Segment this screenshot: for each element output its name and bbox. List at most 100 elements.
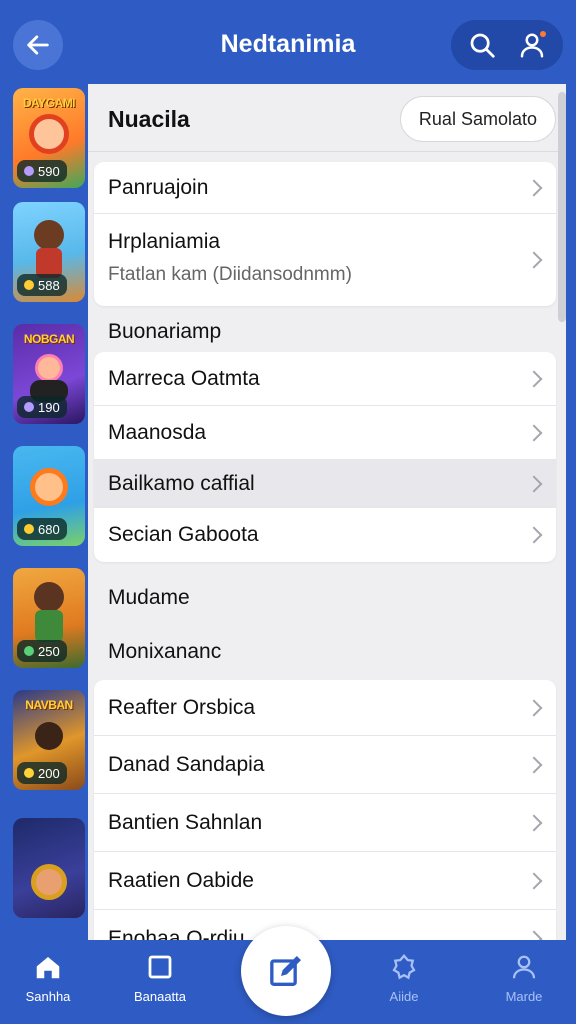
list-item-label: Enohaa O-rdiu [108,927,245,940]
game-value: 190 [38,399,60,415]
nav-label: Sanhha [25,989,71,1004]
header-actions [451,20,563,70]
character-icon [34,220,64,250]
nav-item-home[interactable]: Sanhha [0,952,96,1004]
chevron-right-icon [525,424,543,441]
list-item[interactable]: Bailkamo caffial [94,460,556,508]
coin-icon [24,646,34,656]
game-badge: 588 [17,274,67,296]
profile-button[interactable] [512,25,552,65]
list-item[interactable]: Raatien Oabide [94,852,556,910]
game-card[interactable] [13,818,85,918]
list-item[interactable]: Panruajoin [94,162,556,214]
section-header: Mudame [108,586,190,609]
panel-action-chip[interactable]: Rual Samolato [399,96,556,142]
game-card[interactable]: NOBGAN 190 [13,324,85,424]
coin-icon [24,166,34,176]
list-item[interactable]: Hrplaniamia Ftatlan kam (Diidansodnmm) [94,214,556,306]
nav-item-aide[interactable]: Aiide [356,952,452,1004]
coin-icon [24,402,34,412]
section-header: Monixananc [108,640,222,663]
list-item-label: Marreca Oatmta [108,366,260,390]
bubble-icon [392,954,416,980]
game-card[interactable]: 250 [13,568,85,668]
notification-dot [540,31,546,37]
character-icon [34,582,64,612]
character-icon [29,114,69,154]
character-icon [35,722,63,750]
game-banner: NOBGAN [23,332,75,346]
game-value: 200 [38,765,60,781]
list-item-label: Reafter Orsbica [108,695,256,719]
game-strip: DAYGAMI 590 588 NOBGAN 190 680 250 NAVBA… [0,84,88,940]
nav-label: Aiide [389,989,419,1004]
person-icon [512,955,536,979]
arrow-left-icon [27,35,49,55]
game-badge: 250 [17,640,67,662]
list-item-label: Maanosda [108,420,207,444]
panel-title: Nuacila [108,106,190,132]
game-card[interactable]: 588 [13,202,85,302]
game-value: 250 [38,643,60,659]
game-value: 588 [38,277,60,293]
chevron-right-icon [525,179,543,196]
list-item-subtitle: Ftatlan kam (Diidansodnmm) [108,264,352,285]
game-badge: 680 [17,518,67,540]
settings-group: Marreca Oatmta Maanosda Bailkamo caffial… [94,352,556,562]
game-card[interactable]: DAYGAMI 590 [13,88,85,188]
list-item[interactable]: Reafter Orsbica [94,680,556,736]
nav-item-pages[interactable]: Banaatta [112,952,208,1004]
game-banner: NAVBAN [25,698,73,712]
character-body-icon [35,610,63,642]
game-badge: 590 [17,160,67,182]
section-header: Buonariamp [108,320,222,343]
list-item[interactable]: Marreca Oatmta [94,352,556,406]
settings-group: Panruajoin Hrplaniamia Ftatlan kam (Diid… [94,162,556,306]
settings-panel: Nuacila Rual Samolato Panruajoin Hrplani… [88,84,566,940]
chevron-right-icon [525,814,543,831]
game-card[interactable]: NAVBAN 200 [13,690,85,790]
game-badge: 200 [17,762,67,784]
coin-icon [24,280,34,290]
coin-icon [24,768,34,778]
nav-item-profile[interactable]: Marde [476,952,572,1004]
character-icon [31,864,67,900]
list-item[interactable]: Bantien Sahnlan [94,794,556,852]
chevron-right-icon [525,756,543,773]
list-item-label: Secian Gaboota [108,523,259,546]
square-icon [148,955,172,979]
game-value: 680 [38,521,60,537]
character-icon [35,354,63,382]
compose-button[interactable] [241,926,331,1016]
search-icon [470,33,495,58]
game-value: 590 [38,163,60,179]
game-banner: DAYGAMI [22,96,76,110]
chevron-right-icon [525,370,543,387]
list-item[interactable]: Enohaa O-rdiu [94,910,556,940]
list-item-label: Hrplaniamia [108,230,221,253]
list-item[interactable]: Danad Sandapia [94,736,556,794]
home-icon [36,957,60,979]
search-button[interactable] [462,25,502,65]
scrollbar[interactable] [558,92,566,322]
back-button[interactable] [13,20,63,70]
chevron-right-icon [525,930,543,940]
chevron-right-icon [525,526,543,544]
nav-label: Banaatta [133,989,187,1004]
app-header: Nedtanimia [0,0,576,88]
game-card[interactable]: 680 [13,446,85,546]
list-item-label: Danad Sandapia [108,752,265,776]
edit-icon [270,956,301,986]
list-item[interactable]: Maanosda [94,406,556,460]
game-badge: 190 [17,396,67,418]
chevron-right-icon [525,699,543,716]
nav-label: Marde [505,989,543,1004]
panel-header: Nuacila Rual Samolato [88,84,566,152]
chevron-right-icon [525,475,543,492]
list-item-label: Bailkamo caffial [108,471,255,495]
settings-group: Reafter Orsbica Danad Sandapia Bantien S… [94,680,556,940]
list-item-label: Panruajoin [108,175,209,199]
chevron-right-icon [525,872,543,889]
list-item[interactable]: Secian Gaboota [94,508,556,562]
character-icon [30,468,68,506]
